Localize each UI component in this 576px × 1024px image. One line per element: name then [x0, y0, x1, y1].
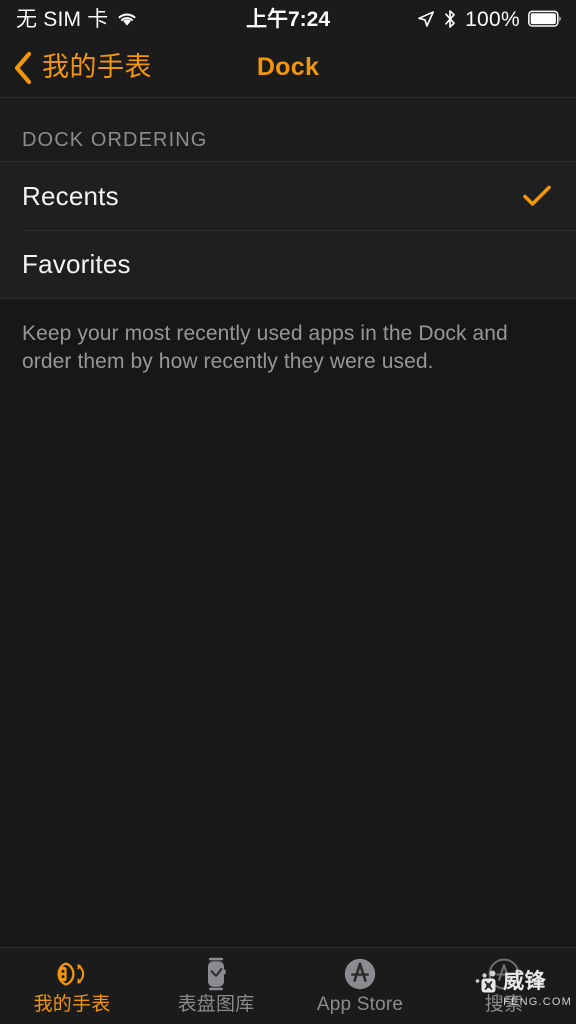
section-header-label: DOCK ORDERING — [22, 129, 208, 151]
tab-app-store[interactable]: App Store — [288, 948, 432, 1024]
tab-face-gallery[interactable]: 表盘图库 — [144, 948, 288, 1024]
option-label: Favorites — [22, 248, 131, 279]
page-title: Dock — [256, 53, 320, 81]
checkmark-icon — [522, 184, 552, 208]
dock-ordering-group: Recents Favorites — [0, 161, 576, 299]
tab-my-watch[interactable]: 我的手表 — [0, 948, 144, 1024]
tab-label: 表盘图库 — [177, 994, 255, 1015]
battery-full-icon — [528, 10, 562, 28]
tab-search[interactable]: 搜索 — [432, 948, 576, 1024]
app-screen: 无 SIM 卡 上午7:24 100% 我的手表 Dock DOCK ORDER… — [0, 0, 576, 1024]
tab-bar: 我的手表 表盘图库 App Store 搜索 — [0, 947, 576, 1024]
watch-outline-icon — [53, 954, 91, 994]
tab-label: App Store — [316, 994, 404, 1015]
watch-face-icon — [197, 954, 235, 994]
tab-label: 我的手表 — [33, 994, 111, 1015]
settings-content: DOCK ORDERING Recents Favorites Keep you… — [0, 98, 576, 948]
navigation-bar: 我的手表 Dock — [0, 38, 576, 98]
section-footer-text: Keep your most recently used apps in the… — [22, 322, 508, 373]
option-row-favorites[interactable]: Favorites — [0, 230, 576, 298]
status-bar-right: 100% — [417, 0, 562, 38]
app-store-search-icon — [485, 954, 523, 994]
bluetooth-icon — [443, 9, 457, 29]
section-header: DOCK ORDERING — [0, 98, 576, 161]
tab-label: 搜索 — [484, 994, 524, 1015]
clock-label: 上午7:24 — [245, 7, 331, 31]
option-row-recents[interactable]: Recents — [0, 162, 576, 230]
status-bar: 无 SIM 卡 上午7:24 100% — [0, 0, 576, 38]
battery-percent-label: 100% — [465, 7, 520, 31]
option-label: Recents — [22, 180, 119, 211]
app-store-icon — [341, 954, 379, 994]
location-arrow-icon — [417, 10, 435, 28]
